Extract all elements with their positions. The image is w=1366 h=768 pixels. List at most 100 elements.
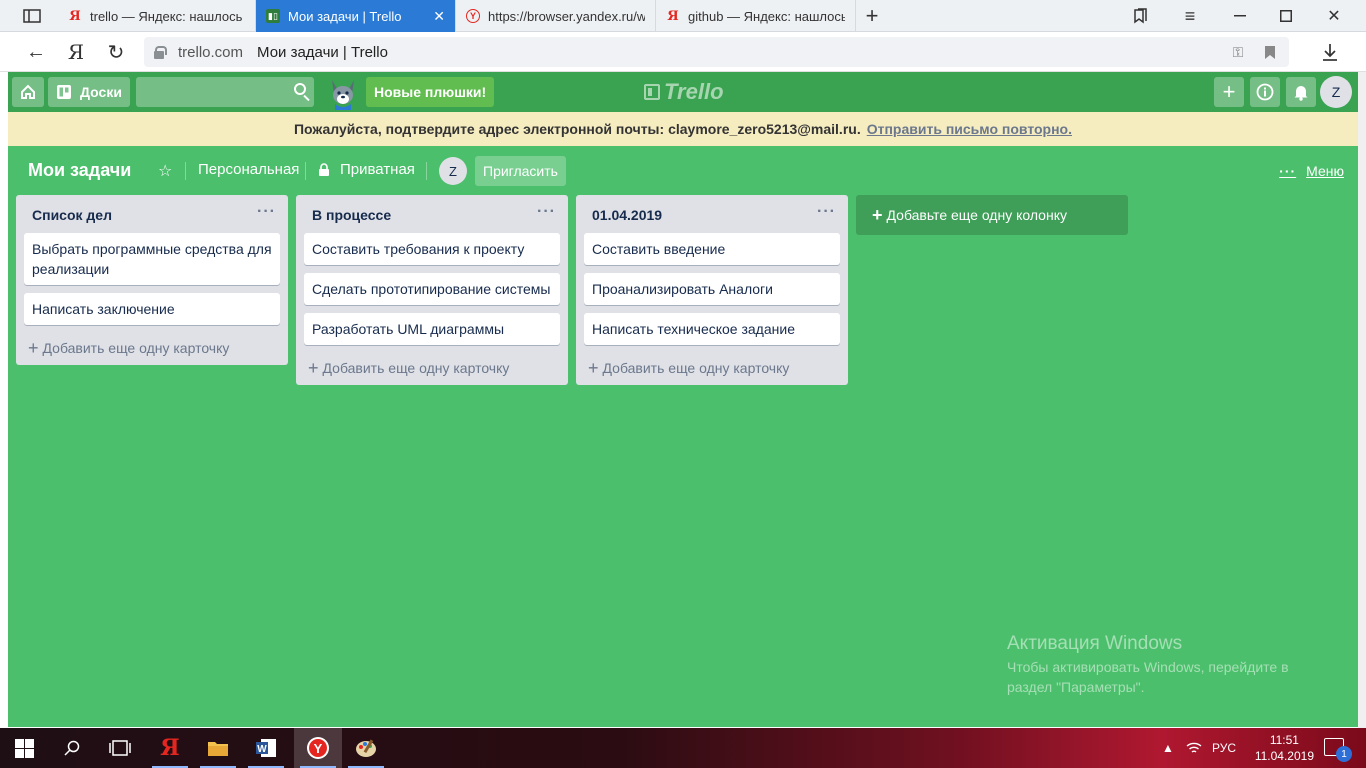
card[interactable]: Написать техническое задание xyxy=(584,313,840,345)
star-button[interactable]: ☆ xyxy=(158,161,172,181)
system-clock[interactable]: 11:51 11.04.2019 xyxy=(1255,732,1314,764)
info-icon xyxy=(1256,83,1274,101)
search-input[interactable] xyxy=(136,77,314,107)
word-icon: W xyxy=(256,739,276,757)
scrollbar[interactable] xyxy=(1358,72,1366,728)
resend-email-link[interactable]: Отправить письмо повторно. xyxy=(867,121,1072,137)
add-card-button[interactable]: + Добавить еще одну карточку xyxy=(576,353,848,385)
boards-button[interactable]: Доски xyxy=(48,77,130,107)
list-column: 01.04.2019 ··· Составить введение Проана… xyxy=(576,195,848,385)
list-title[interactable]: В процессе xyxy=(312,207,391,223)
team-button[interactable]: Персональная xyxy=(198,161,299,178)
search-button[interactable] xyxy=(48,728,96,768)
sidebar-toggle-icon[interactable] xyxy=(12,0,52,32)
user-avatar[interactable]: Z xyxy=(1320,76,1352,108)
board-title[interactable]: Мои задачи xyxy=(28,160,131,181)
maximize-icon[interactable] xyxy=(1266,0,1306,32)
back-arrow-icon[interactable]: ← xyxy=(20,36,52,68)
visibility-button[interactable]: Приватная xyxy=(318,161,415,178)
add-list-button[interactable]: + Добавьте еще одну колонку xyxy=(856,195,1128,235)
close-window-icon[interactable]: ✕ xyxy=(1314,0,1354,32)
show-hidden-icons[interactable]: ▲ xyxy=(1162,728,1174,768)
list-header[interactable]: Список дел ··· xyxy=(16,195,288,233)
taskbar-paint[interactable] xyxy=(342,728,390,768)
yandex-icon: Я xyxy=(160,735,180,761)
list-title[interactable]: 01.04.2019 xyxy=(592,207,662,223)
task-view-button[interactable] xyxy=(96,728,144,768)
hamburger-menu-icon[interactable]: ≡ xyxy=(1170,0,1210,32)
new-features-button[interactable]: Новые плюшки! xyxy=(366,77,495,107)
board-menu-link[interactable]: ··· Меню xyxy=(1279,163,1344,179)
minimize-icon[interactable] xyxy=(1220,0,1260,32)
bookmark-icon[interactable] xyxy=(1254,36,1286,68)
password-key-icon[interactable]: ⚿ xyxy=(1222,36,1254,68)
close-tab-icon[interactable]: ✕ xyxy=(433,8,445,25)
card[interactable]: Проанализировать Аналоги xyxy=(584,273,840,305)
input-language[interactable]: РУС xyxy=(1212,728,1236,768)
reload-icon[interactable]: ↻ xyxy=(100,36,132,68)
windows-activation-watermark: Активация Windows Чтобы активировать Win… xyxy=(1007,633,1327,697)
member-avatar[interactable]: Z xyxy=(439,157,467,185)
search-icon[interactable] xyxy=(294,83,306,95)
home-icon xyxy=(21,84,35,99)
plus-icon: + xyxy=(28,337,39,358)
list-more-icon[interactable]: ··· xyxy=(537,203,556,221)
network-icon[interactable] xyxy=(1186,728,1202,768)
new-tab-icon[interactable]: + xyxy=(852,0,892,32)
plus-icon: + xyxy=(588,357,599,378)
card[interactable]: Сделать прототипирование системы xyxy=(304,273,560,305)
card[interactable]: Составить введение xyxy=(584,233,840,265)
divider xyxy=(426,162,427,180)
browser-tab-github-search[interactable]: Я github — Яндекс: нашлось xyxy=(656,0,856,32)
window-frame-left xyxy=(0,72,8,728)
browser-tab-yandex-browser[interactable]: Y https://browser.yandex.ru/w xyxy=(456,0,656,32)
card[interactable]: Составить требования к проекту xyxy=(304,233,560,265)
trello-logo-text: Trello xyxy=(664,79,724,104)
task-view-icon xyxy=(109,740,131,756)
url-host: trello.com xyxy=(178,43,244,61)
add-card-button[interactable]: + Добавить еще одну карточку xyxy=(16,333,288,365)
invite-button[interactable]: Пригласить xyxy=(475,156,566,186)
notifications-button[interactable] xyxy=(1286,77,1316,107)
card[interactable]: Выбрать программные средства для реализа… xyxy=(24,233,280,285)
taskbar-word[interactable]: W xyxy=(242,728,290,768)
yandex-icon: Я xyxy=(667,8,679,24)
info-button[interactable] xyxy=(1250,77,1280,107)
bookmarks-panel-icon[interactable] xyxy=(1120,0,1160,32)
plus-icon: + xyxy=(872,204,883,225)
url-field[interactable]: trello.com Мои задачи | Trello xyxy=(144,37,1289,67)
downloads-icon[interactable] xyxy=(1314,36,1346,68)
trello-icon: ▮▯ xyxy=(266,9,280,23)
trello-header: Доски Новые плюшки! Trello + Z xyxy=(8,72,1358,112)
start-button[interactable] xyxy=(0,728,48,768)
taskbar-yandex-browser[interactable]: Y xyxy=(294,728,342,768)
list-more-icon[interactable]: ··· xyxy=(817,203,836,221)
browser-tab-trello-search[interactable]: Я trello — Яндекс: нашлось 7 xyxy=(58,0,256,32)
list-title[interactable]: Список дел xyxy=(32,207,112,223)
trello-logo[interactable]: Trello xyxy=(644,79,724,104)
card[interactable]: Разработать UML диаграммы xyxy=(304,313,560,345)
more-dots-icon: ··· xyxy=(1279,163,1297,179)
taskbar-file-explorer[interactable] xyxy=(194,728,242,768)
browser-tab-trello-board[interactable]: ▮▯ Мои задачи | Trello ✕ xyxy=(256,0,456,32)
card[interactable]: Написать заключение xyxy=(24,293,280,325)
yandex-home-icon[interactable]: Я xyxy=(60,36,92,68)
email-confirm-banner: Пожалуйста, подтвердите адрес электронно… xyxy=(8,112,1358,146)
divider xyxy=(305,162,306,180)
list-header[interactable]: 01.04.2019 ··· xyxy=(576,195,848,233)
tab-title: trello — Яндекс: нашлось 7 xyxy=(90,8,245,24)
list-more-icon[interactable]: ··· xyxy=(257,203,276,221)
clock-time: 11:51 xyxy=(1269,733,1299,747)
add-card-button[interactable]: + Добавить еще одну карточку xyxy=(296,353,568,385)
create-button[interactable]: + xyxy=(1214,77,1244,107)
tab-title: github — Яндекс: нашлось xyxy=(688,8,845,24)
tab-title: Мои задачи | Trello xyxy=(288,8,402,24)
home-button[interactable] xyxy=(12,77,44,107)
trello-logo-icon xyxy=(644,84,660,100)
windows-taskbar: Я W Y ▲ РУС 11:51 11.04.2019 1 xyxy=(0,728,1366,768)
list-header[interactable]: В процессе ··· xyxy=(296,195,568,233)
taskbar-yandex[interactable]: Я xyxy=(146,728,194,768)
svg-text:W: W xyxy=(257,744,267,755)
star-icon: ☆ xyxy=(158,163,173,180)
menu-label: Меню xyxy=(1306,163,1344,179)
